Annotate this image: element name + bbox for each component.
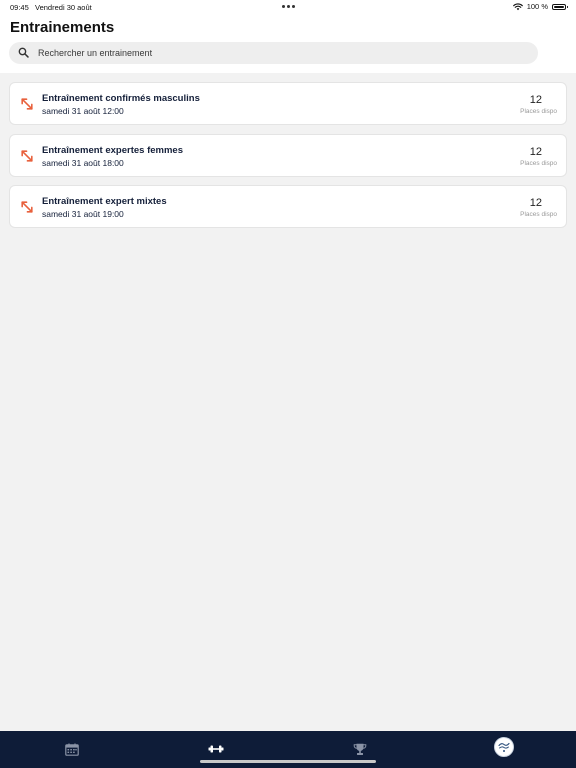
training-card[interactable]: Entraînement expertes femmes samedi 31 a… — [9, 133, 567, 177]
training-list: Entraînement confirmés masculins samedi … — [9, 82, 567, 237]
expand-arrows-icon — [21, 201, 33, 213]
home-indicator[interactable] — [200, 760, 376, 763]
status-indicators: 100 % — [512, 2, 568, 11]
training-date: samedi 31 août 19:00 — [42, 209, 124, 219]
training-card[interactable]: Entraînement expert mixtes samedi 31 aoû… — [9, 185, 567, 228]
screen: 09:45 Vendredi 30 août 100 % Entrainemen… — [0, 0, 576, 768]
trophy-icon — [353, 743, 367, 755]
search-bar[interactable] — [9, 42, 538, 64]
header-area: 09:45 Vendredi 30 août 100 % Entrainemen… — [0, 0, 576, 73]
status-date: Vendredi 30 août — [35, 3, 92, 12]
search-icon — [18, 47, 29, 58]
tab-trophy[interactable] — [350, 739, 370, 759]
expand-arrows-icon — [21, 98, 33, 110]
training-title: Entraînement expert mixtes — [42, 196, 167, 207]
training-title: Entraînement expertes femmes — [42, 144, 183, 156]
training-date: samedi 31 août 18:00 — [42, 157, 124, 168]
training-card[interactable]: Entraînement confirmés masculins samedi … — [9, 82, 567, 125]
battery-percent: 100 % — [526, 2, 548, 11]
places-count: 12 — [529, 94, 542, 106]
profile-avatar-icon — [494, 737, 514, 757]
dumbbell-icon — [208, 745, 224, 753]
status-time: 09:45 — [10, 3, 29, 12]
page-title: Entrainements — [10, 19, 115, 36]
battery-icon — [552, 3, 568, 10]
expand-arrows-icon — [21, 149, 33, 162]
calendar-icon — [65, 743, 79, 756]
training-date: samedi 31 août 12:00 — [42, 106, 124, 116]
wifi-icon — [512, 3, 523, 10]
places-label: Places dispo — [520, 211, 557, 218]
tab-trainings[interactable] — [206, 739, 226, 759]
status-bar: 09:45 Vendredi 30 août 100 % — [0, 0, 576, 14]
places-count: 12 — [529, 197, 542, 209]
places-count: 12 — [529, 145, 542, 158]
places-label: Places dispo — [520, 159, 557, 167]
places-label: Places dispo — [520, 108, 557, 115]
battery-fill — [554, 5, 564, 8]
training-title: Entraînement confirmés masculins — [42, 93, 200, 104]
multitasking-dots-icon[interactable] — [282, 5, 295, 8]
tab-profile[interactable] — [494, 737, 514, 757]
search-input[interactable] — [38, 42, 528, 64]
tab-calendar[interactable] — [62, 739, 82, 759]
avatar-logo-icon — [498, 742, 510, 752]
